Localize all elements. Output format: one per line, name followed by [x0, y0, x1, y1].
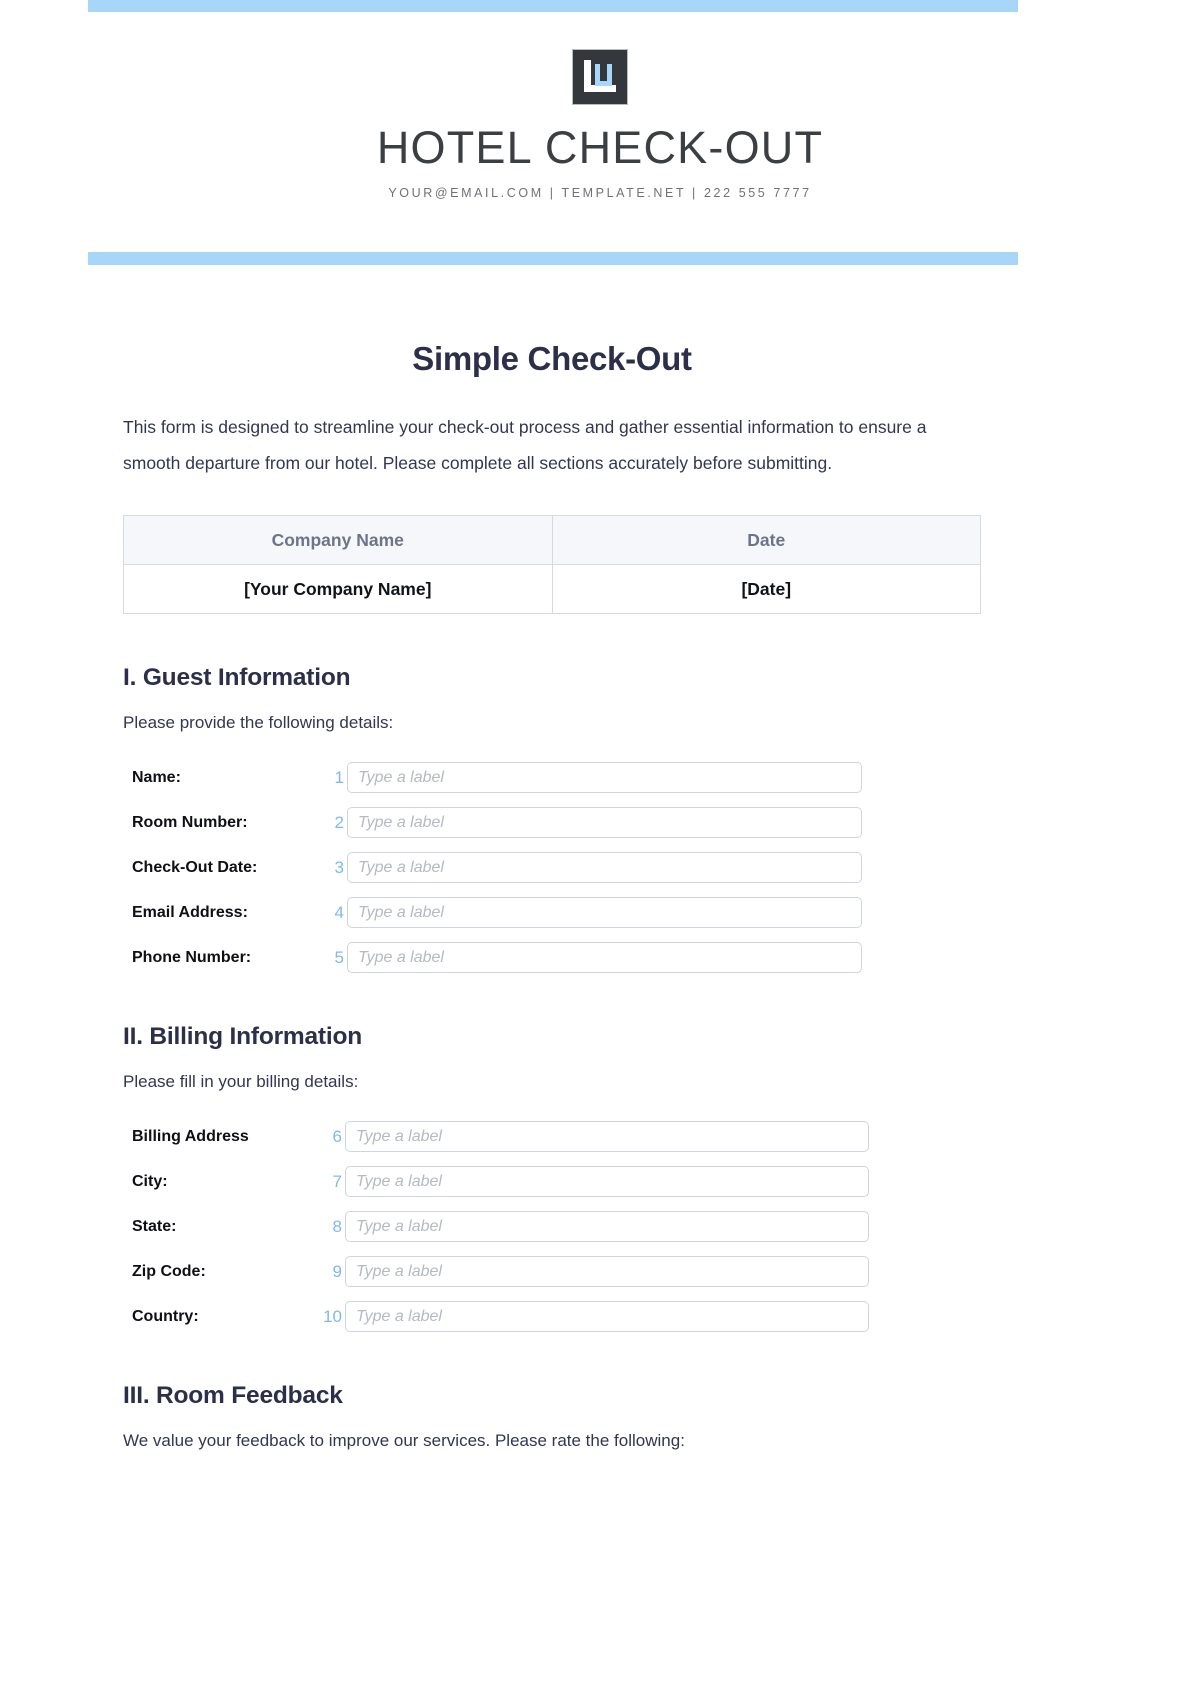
field-label-room-number: Room Number:	[132, 813, 248, 831]
field-row-state: State: 8 Type a label	[123, 1211, 981, 1242]
table-row: [Your Company Name] [Date]	[123, 564, 981, 614]
table-header-row: Company Name Date	[123, 515, 981, 565]
field-label-billing-address: Billing Address	[132, 1127, 249, 1145]
table-cell-company-name[interactable]: [Your Company Name]	[123, 564, 553, 614]
field-number-5: 5	[334, 947, 344, 967]
table-header-company-name: Company Name	[123, 515, 553, 565]
field-label-city: City:	[132, 1172, 168, 1190]
billing-address-input[interactable]: Type a label	[345, 1121, 869, 1152]
country-input[interactable]: Type a label	[345, 1301, 869, 1332]
email-address-input-placeholder: Type a label	[358, 903, 444, 921]
field-number-6: 6	[332, 1126, 342, 1146]
email-address-input[interactable]: Type a label	[347, 897, 862, 928]
room-number-input-placeholder: Type a label	[358, 813, 444, 831]
document-body: Simple Check-Out This form is designed t…	[123, 340, 981, 1451]
field-label-email-address: Email Address:	[132, 903, 248, 921]
field-row-check-out-date: Check-Out Date: 3 Type a label	[123, 852, 981, 883]
section-subtitle-room-feedback: We value your feedback to improve our se…	[123, 1431, 685, 1450]
field-number-7: 7	[332, 1171, 342, 1191]
bracket-logo-icon	[573, 50, 627, 104]
decorative-bar-under-header	[88, 252, 1018, 265]
field-row-zip-code: Zip Code: 9 Type a label	[123, 1256, 981, 1287]
section-subtitle-billing-information: Please fill in your billing details:	[123, 1072, 359, 1091]
field-row-city: City: 7 Type a label	[123, 1166, 981, 1197]
table-header-date: Date	[551, 515, 981, 565]
state-input[interactable]: Type a label	[345, 1211, 869, 1242]
field-label-country: Country:	[132, 1307, 199, 1325]
company-date-table: Company Name Date [Your Company Name] [D…	[123, 515, 981, 614]
field-number-2: 2	[334, 812, 344, 832]
field-row-billing-address: Billing Address 6 Type a label	[123, 1121, 981, 1152]
brand-title: HOTEL CHECK-OUT	[376, 122, 824, 173]
room-number-input[interactable]: Type a label	[347, 807, 862, 838]
field-label-phone-number: Phone Number:	[132, 948, 252, 966]
decorative-bar-top	[88, 0, 1018, 12]
field-number-8: 8	[332, 1216, 342, 1236]
state-input-placeholder: Type a label	[356, 1217, 442, 1235]
section-heading-billing-information: II. Billing Information	[123, 1023, 363, 1050]
guest-information-fields: Name: 1 Type a label Room Number: 2 Type…	[123, 762, 981, 973]
section-subtitle-guest-information: Please provide the following details:	[123, 713, 394, 732]
check-out-date-input[interactable]: Type a label	[347, 852, 862, 883]
page-title: Simple Check-Out	[412, 340, 692, 377]
zip-code-input-placeholder: Type a label	[356, 1262, 442, 1280]
field-row-name: Name: 1 Type a label	[123, 762, 981, 793]
country-input-placeholder: Type a label	[356, 1307, 442, 1325]
check-out-date-input-placeholder: Type a label	[358, 858, 444, 876]
field-number-9: 9	[332, 1261, 342, 1281]
billing-information-fields: Billing Address 6 Type a label City: 7 T…	[123, 1121, 981, 1332]
name-input-placeholder: Type a label	[358, 768, 444, 786]
phone-number-input-placeholder: Type a label	[358, 948, 444, 966]
billing-address-input-placeholder: Type a label	[356, 1127, 442, 1145]
letterhead: HOTEL CHECK-OUT YOUR@EMAIL.COM | TEMPLAT…	[0, 50, 1200, 200]
field-label-state: State:	[132, 1217, 177, 1235]
field-row-phone-number: Phone Number: 5 Type a label	[123, 942, 981, 973]
field-row-room-number: Room Number: 2 Type a label	[123, 807, 981, 838]
field-number-1: 1	[334, 767, 344, 787]
field-row-email-address: Email Address: 4 Type a label	[123, 897, 981, 928]
name-input[interactable]: Type a label	[347, 762, 862, 793]
field-number-4: 4	[334, 902, 344, 922]
city-input[interactable]: Type a label	[345, 1166, 869, 1197]
field-label-zip-code: Zip Code:	[132, 1262, 206, 1280]
field-number-10: 10	[323, 1306, 342, 1326]
phone-number-input[interactable]: Type a label	[347, 942, 862, 973]
city-input-placeholder: Type a label	[356, 1172, 442, 1190]
table-cell-date[interactable]: [Date]	[551, 564, 981, 614]
section-heading-guest-information: I. Guest Information	[123, 664, 351, 691]
field-label-check-out-date: Check-Out Date:	[132, 858, 258, 876]
brand-contact-line: YOUR@EMAIL.COM | TEMPLATE.NET | 222 555 …	[388, 186, 812, 200]
field-label-name: Name:	[132, 768, 181, 786]
field-row-country: Country: 10 Type a label	[123, 1301, 981, 1332]
field-number-3: 3	[334, 857, 344, 877]
intro-paragraph: This form is designed to streamline your…	[123, 417, 927, 473]
zip-code-input[interactable]: Type a label	[345, 1256, 869, 1287]
section-heading-room-feedback: III. Room Feedback	[123, 1382, 343, 1409]
